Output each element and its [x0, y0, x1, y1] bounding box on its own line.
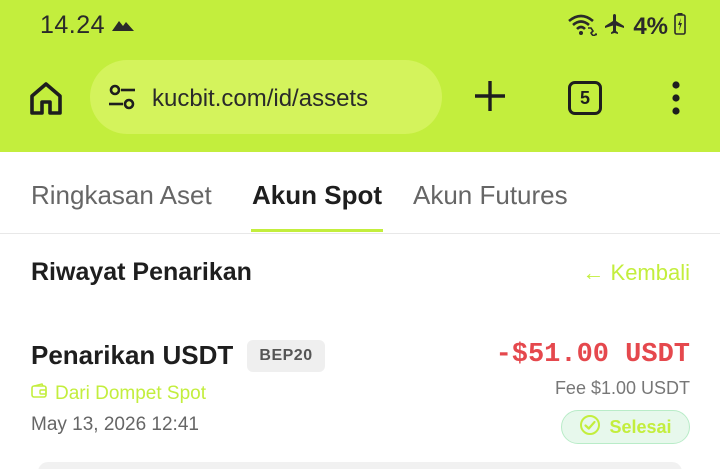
mountain-icon	[112, 17, 134, 36]
transaction-fee: Fee $1.00 USDT	[554, 378, 690, 398]
status-badge: Selesai	[561, 410, 690, 444]
page-title: Riwayat Penarikan	[31, 258, 252, 286]
wifi-calling-icon	[567, 12, 601, 41]
tab-ringkasan-aset[interactable]: Ringkasan Aset	[31, 180, 212, 211]
transaction-title: Penarikan USDT	[31, 340, 234, 370]
status-right: 4%	[567, 12, 686, 41]
tab-switcher-button[interactable]: 5	[568, 81, 602, 115]
check-circle-icon	[579, 414, 601, 441]
status-label: Selesai	[609, 416, 672, 437]
transaction-source-label: Dari Dompet Spot	[55, 383, 207, 404]
status-time: 14.24	[40, 11, 106, 39]
plus-icon[interactable]	[472, 78, 508, 114]
active-tab-indicator	[251, 229, 383, 232]
site-settings-icon[interactable]	[107, 84, 137, 115]
account-tabs: Ringkasan Aset Akun Spot Akun Futures	[0, 152, 720, 234]
status-bar: 14.24 4%	[0, 0, 720, 52]
airplane-icon	[603, 12, 627, 41]
next-list-item	[38, 462, 682, 469]
wallet-icon	[31, 383, 47, 405]
battery-percent: 4%	[633, 12, 668, 40]
transaction-amount: -$51.00 USDT	[495, 340, 690, 370]
address-bar[interactable]: kucbit.com/id/assets	[90, 60, 442, 134]
tab-akun-futures[interactable]: Akun Futures	[413, 180, 568, 211]
browser-chrome: 14.24 4% kucbit.com/id/assets 5	[0, 0, 720, 152]
network-badge: BEP20	[247, 340, 325, 372]
browser-toolbar: kucbit.com/id/assets 5	[0, 58, 720, 138]
transaction-source: Dari Dompet Spot	[31, 383, 206, 405]
back-link[interactable]: ← Kembali	[582, 260, 690, 286]
tab-akun-spot[interactable]: Akun Spot	[252, 180, 382, 211]
home-icon[interactable]	[28, 80, 64, 116]
transaction-datetime: May 13, 2026 12:41	[31, 414, 199, 435]
url-text[interactable]: kucbit.com/id/assets	[152, 85, 368, 113]
battery-low-icon	[674, 13, 686, 40]
more-vert-icon[interactable]	[666, 80, 686, 116]
